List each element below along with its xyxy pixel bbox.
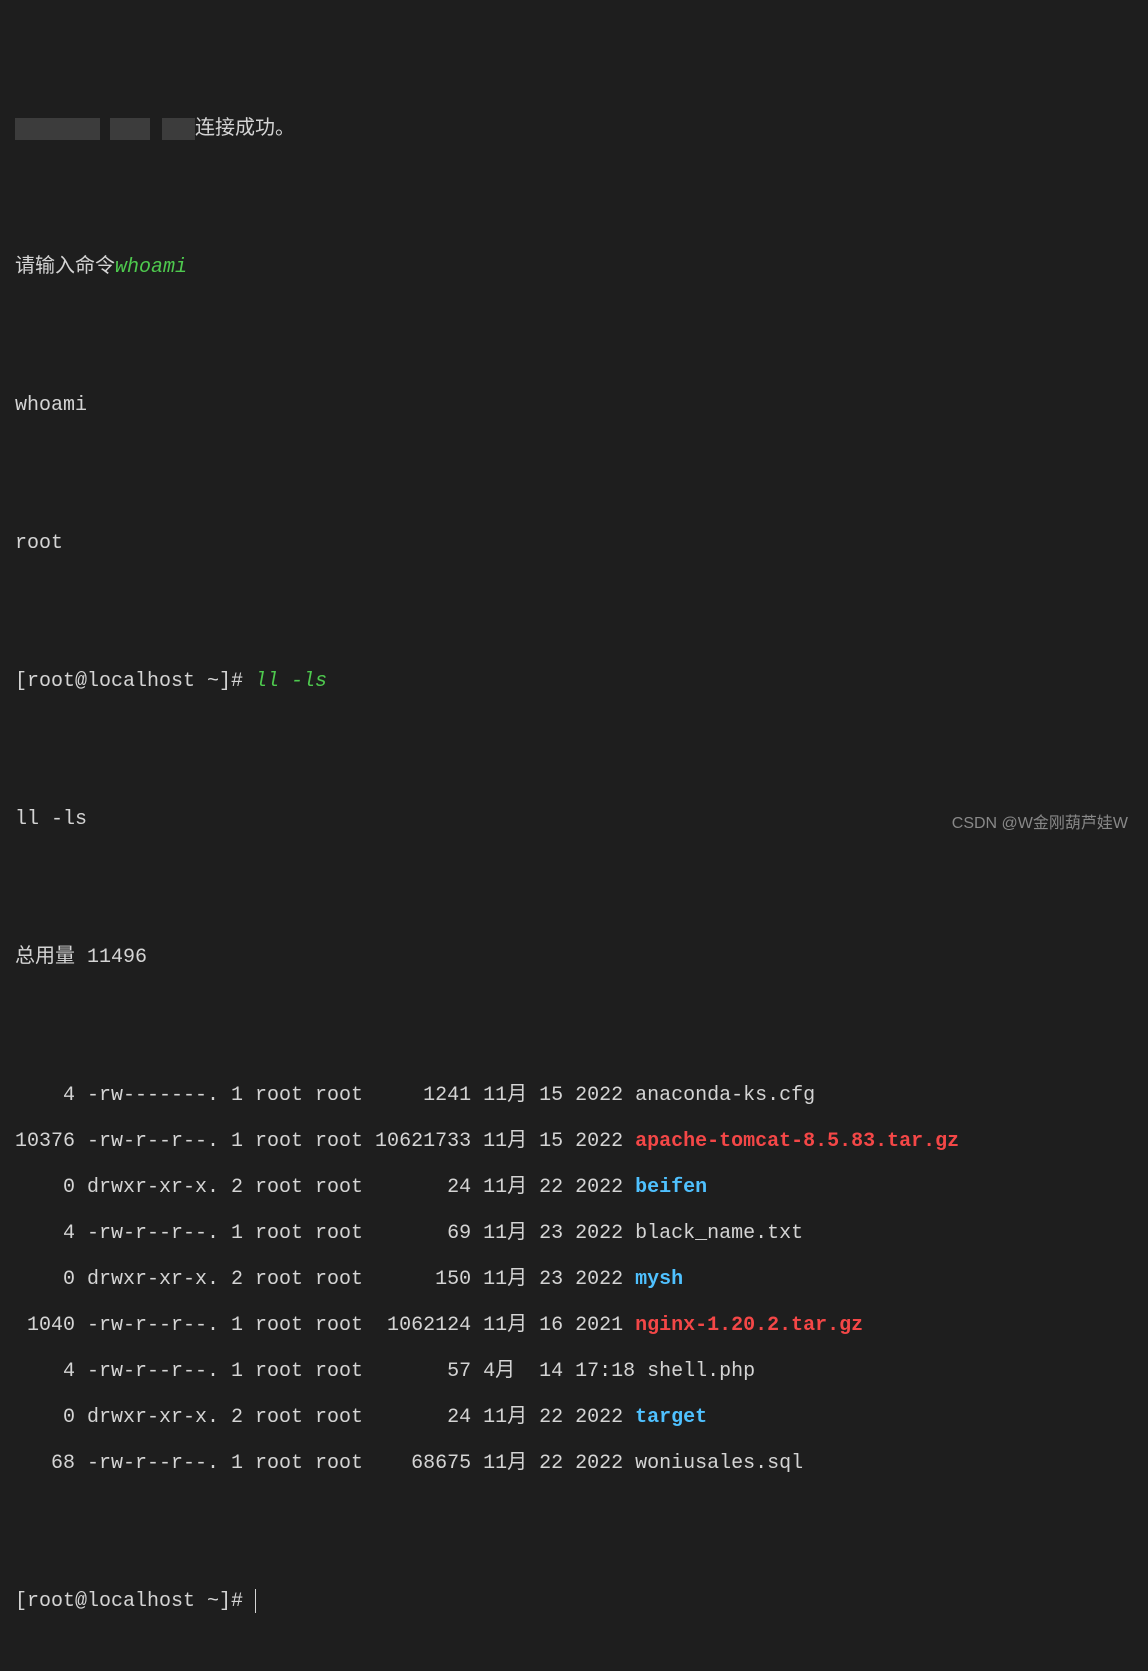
file-name: shell.php — [647, 1360, 755, 1383]
file-row: 0 drwxr-xr-x. 2 root root 150 11月 23 202… — [15, 1257, 1133, 1303]
file-row: 0 drwxr-xr-x. 2 root root 24 11月 22 2022… — [15, 1395, 1133, 1441]
file-row: 1040 -rw-r--r--. 1 root root 1062124 11月… — [15, 1303, 1133, 1349]
file-row: 4 -rw-r--r--. 1 root root 57 4月 14 17:18… — [15, 1349, 1133, 1395]
terminal-output[interactable]: 连接成功。 请输入命令whoami whoami root [root@loca… — [15, 15, 1133, 1671]
file-meta: 4 -rw-r--r--. 1 root root 69 11月 23 2022 — [15, 1222, 635, 1245]
file-meta: 4 -rw-------. 1 root root 1241 11月 15 20… — [15, 1084, 635, 1107]
file-name: beifen — [635, 1176, 707, 1199]
whoami-command: whoami — [115, 256, 187, 279]
file-meta: 0 drwxr-xr-x. 2 root root 150 11月 23 202… — [15, 1268, 635, 1291]
input-prompt-line: 请输入命令whoami — [15, 245, 1133, 291]
file-meta: 1040 -rw-r--r--. 1 root root 1062124 11月… — [15, 1314, 635, 1337]
echo-whoami: whoami — [15, 383, 1133, 429]
total-line: 总用量 11496 — [15, 935, 1133, 981]
file-meta: 4 -rw-r--r--. 1 root root 57 4月 14 17:18 — [15, 1360, 647, 1383]
ll-command: ll -ls — [255, 670, 327, 693]
prompt-ll: [root@localhost ~]# ll -ls — [15, 659, 1133, 705]
file-row: 0 drwxr-xr-x. 2 root root 24 11月 22 2022… — [15, 1165, 1133, 1211]
whoami-result: root — [15, 521, 1133, 567]
file-meta: 0 drwxr-xr-x. 2 root root 24 11月 22 2022 — [15, 1406, 635, 1429]
connection-line: 连接成功。 — [15, 107, 1133, 153]
redacted-ip — [15, 118, 195, 140]
file-name: nginx-1.20.2.tar.gz — [635, 1314, 863, 1337]
file-name: apache-tomcat-8.5.83.tar.gz — [635, 1130, 959, 1153]
file-row: 68 -rw-r--r--. 1 root root 68675 11月 22 … — [15, 1441, 1133, 1487]
file-meta: 10376 -rw-r--r--. 1 root root 10621733 1… — [15, 1130, 635, 1153]
cursor — [255, 1589, 256, 1613]
watermark: CSDN @W金刚葫芦娃W — [952, 806, 1128, 843]
file-name: woniusales.sql — [635, 1452, 803, 1475]
file-name: mysh — [635, 1268, 683, 1291]
file-listing: 4 -rw-------. 1 root root 1241 11月 15 20… — [15, 1073, 1133, 1487]
file-name: black_name.txt — [635, 1222, 803, 1245]
file-name: target — [635, 1406, 707, 1429]
final-prompt: [root@localhost ~]# — [15, 1579, 1133, 1625]
file-row: 4 -rw-r--r--. 1 root root 69 11月 23 2022… — [15, 1211, 1133, 1257]
file-meta: 0 drwxr-xr-x. 2 root root 24 11月 22 2022 — [15, 1176, 635, 1199]
file-name: anaconda-ks.cfg — [635, 1084, 815, 1107]
file-row: 4 -rw-------. 1 root root 1241 11月 15 20… — [15, 1073, 1133, 1119]
file-row: 10376 -rw-r--r--. 1 root root 10621733 1… — [15, 1119, 1133, 1165]
file-meta: 68 -rw-r--r--. 1 root root 68675 11月 22 … — [15, 1452, 635, 1475]
